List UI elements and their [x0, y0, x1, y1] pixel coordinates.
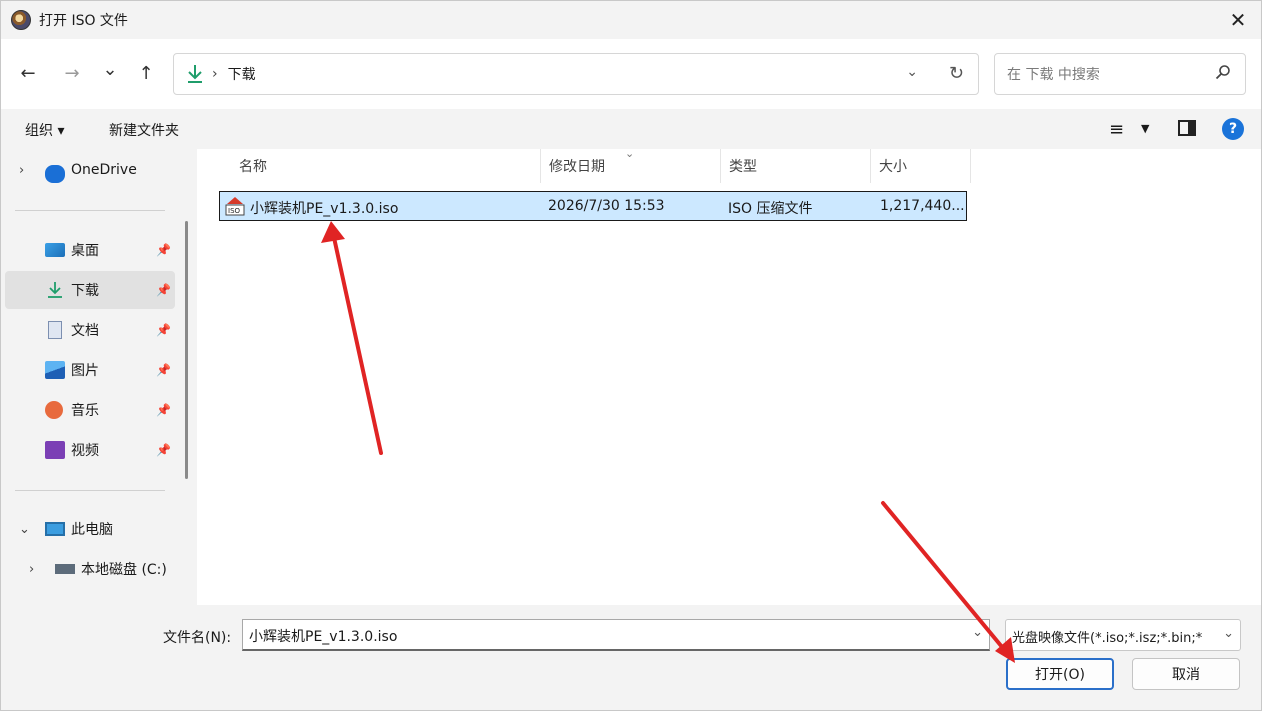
breadcrumb-downloads[interactable]: 下载 [228, 64, 256, 84]
navigation-bar: ← → ⌄ ↑ › 下载 ⌄ ↻ 在 下载 中搜索 [1, 39, 1261, 109]
sidebar-item-label: 图片 [71, 363, 99, 379]
new-folder-button[interactable]: 新建文件夹 [109, 120, 179, 140]
organize-button[interactable]: 组织 ▾ [25, 120, 64, 140]
sidebar-item-label: 此电脑 [71, 522, 113, 538]
chevron-down-icon[interactable]: ⌄ [972, 625, 983, 640]
sidebar-divider [15, 210, 165, 211]
breadcrumb-separator: › [212, 66, 218, 82]
close-button[interactable]: ✕ [1215, 1, 1261, 39]
app-icon [11, 10, 31, 30]
sidebar-item-onedrive[interactable]: › OneDrive [5, 151, 175, 189]
command-bar: 组织 ▾ 新建文件夹 ≡ ▼ ? [1, 109, 1261, 149]
file-type-value: 光盘映像文件(*.iso;*.isz;*.bin;* [1012, 631, 1203, 646]
column-header-type[interactable]: 类型 [721, 149, 871, 183]
chevron-down-icon: ⌄ [102, 58, 118, 80]
pin-icon[interactable]: 📌 [156, 403, 171, 417]
address-dropdown-icon[interactable]: ⌄ [906, 64, 918, 80]
column-header-modified[interactable]: 修改日期 [541, 149, 721, 183]
preview-pane-icon[interactable] [1178, 120, 1196, 136]
download-icon [188, 65, 202, 83]
file-type: ISO 压缩文件 [728, 201, 813, 217]
back-arrow-icon: ← [20, 62, 36, 84]
this-pc-icon [45, 522, 65, 536]
back-button[interactable]: ← [14, 59, 42, 87]
sidebar-item-this-pc[interactable]: ⌄ 此电脑 [5, 510, 175, 548]
sidebar-divider [15, 490, 165, 491]
sidebar-item-label: OneDrive [71, 162, 137, 178]
column-label: 修改日期 [549, 159, 605, 175]
up-button[interactable]: ↑ [132, 59, 160, 87]
sidebar-item-label: 视频 [71, 443, 99, 459]
column-header-name[interactable]: 名称 [219, 149, 541, 183]
cancel-button[interactable]: 取消 [1132, 658, 1240, 690]
sidebar-item-label: 文档 [71, 323, 99, 339]
drive-icon [55, 564, 75, 574]
forward-button[interactable]: → [58, 59, 86, 87]
download-icon [48, 282, 62, 298]
sidebar-item-label: 下载 [71, 283, 99, 299]
window-title: 打开 ISO 文件 [39, 13, 128, 29]
pictures-icon [45, 361, 65, 379]
collapse-icon[interactable]: ⌄ [19, 522, 30, 537]
search-box[interactable]: 在 下载 中搜索 [994, 53, 1246, 95]
title-bar: 打开 ISO 文件 ✕ [1, 1, 1261, 39]
open-button[interactable]: 打开(O) [1006, 658, 1114, 690]
pin-icon[interactable]: 📌 [156, 323, 171, 337]
pin-icon[interactable]: 📌 [156, 443, 171, 457]
sidebar-item-label: 音乐 [71, 403, 99, 419]
documents-icon [48, 321, 62, 339]
desktop-icon [45, 243, 65, 257]
search-placeholder: 在 下载 中搜索 [1007, 67, 1100, 83]
onedrive-icon [45, 165, 65, 183]
file-type-select[interactable]: 光盘映像文件(*.iso;*.isz;*.bin;* ⌄ [1005, 619, 1241, 651]
videos-icon [45, 441, 65, 459]
open-button-label: 打开(O) [1035, 667, 1085, 683]
music-icon [45, 401, 63, 419]
expand-icon[interactable]: › [19, 163, 24, 178]
sidebar-item-videos[interactable]: 视频 📌 [5, 431, 175, 469]
up-arrow-icon: ↑ [138, 62, 154, 84]
sidebar-item-desktop[interactable]: 桌面 📌 [5, 231, 175, 269]
column-label: 类型 [729, 159, 757, 175]
sidebar-item-local-disk-c[interactable]: › 本地磁盘 (C:) [15, 550, 185, 588]
help-icon[interactable]: ? [1222, 118, 1244, 140]
dialog-footer: 文件名(N): 小辉装机PE_v1.3.0.iso ⌄ 光盘映像文件(*.iso… [1, 605, 1261, 710]
sidebar-item-pictures[interactable]: 图片 📌 [5, 351, 175, 389]
view-dropdown-icon[interactable]: ▼ [1141, 122, 1149, 135]
filename-label: 文件名(N): [163, 630, 232, 646]
forward-arrow-icon: → [64, 62, 80, 84]
expand-icon[interactable]: › [29, 562, 34, 577]
svg-text:ISO: ISO [228, 207, 241, 215]
pin-icon[interactable]: 📌 [156, 243, 171, 257]
file-list: 名称 ⌄ 修改日期 类型 大小 ISO 小辉装机PE_v1.3.0.iso 20… [197, 147, 1261, 605]
file-size: 1,217,440... [880, 198, 965, 214]
pin-icon[interactable]: 📌 [156, 283, 171, 297]
search-icon [1215, 65, 1230, 80]
address-bar[interactable]: › 下载 ⌄ ↻ [173, 53, 979, 95]
chevron-down-icon: ⌄ [1223, 626, 1234, 641]
table-row[interactable]: ISO 小辉装机PE_v1.3.0.iso 2026/7/30 15:53 IS… [219, 191, 967, 221]
open-iso-dialog: 打开 ISO 文件 ✕ ← → ⌄ ↑ › 下载 ⌄ ↻ 在 下载 中搜索 组织… [0, 0, 1262, 711]
file-name: 小辉装机PE_v1.3.0.iso [250, 201, 399, 217]
file-modified: 2026/7/30 15:53 [548, 198, 665, 214]
column-label: 大小 [879, 159, 907, 175]
column-label: 名称 [239, 159, 267, 175]
refresh-icon[interactable]: ↻ [949, 63, 964, 84]
sidebar-item-label: 本地磁盘 (C:) [81, 562, 167, 578]
column-header-size[interactable]: 大小 [871, 149, 971, 183]
recent-locations-button[interactable]: ⌄ [96, 55, 124, 83]
view-options-icon[interactable]: ≡ [1109, 119, 1124, 140]
navigation-pane: › OneDrive 桌面 📌 下载 📌 文档 📌 图片 📌 音乐 📌 视频 📌… [1, 149, 197, 605]
filename-value: 小辉装机PE_v1.3.0.iso [249, 629, 398, 645]
filename-input[interactable]: 小辉装机PE_v1.3.0.iso ⌄ [242, 619, 990, 651]
iso-file-icon: ISO [225, 197, 245, 216]
sidebar-item-music[interactable]: 音乐 📌 [5, 391, 175, 429]
pin-icon[interactable]: 📌 [156, 363, 171, 377]
sidebar-scrollbar[interactable] [185, 221, 188, 479]
sidebar-item-label: 桌面 [71, 243, 99, 259]
cancel-button-label: 取消 [1172, 667, 1200, 683]
sidebar-item-documents[interactable]: 文档 📌 [5, 311, 175, 349]
close-icon: ✕ [1229, 8, 1247, 32]
sidebar-item-downloads[interactable]: 下载 📌 [5, 271, 175, 309]
